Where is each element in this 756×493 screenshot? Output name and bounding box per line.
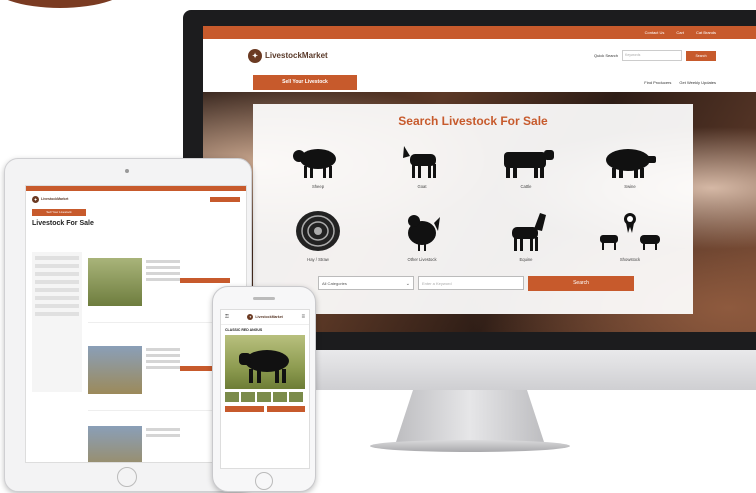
phone-listing-title: CLASSIC RED ANGUS bbox=[225, 328, 263, 332]
category-other-livestock[interactable]: Other Livestock bbox=[387, 209, 457, 262]
site-header: ✦ LivestockMarket Quick Search Keywords … bbox=[203, 39, 756, 72]
listing-photo bbox=[88, 426, 142, 462]
livestock-search-panel: Search Livestock For Sale Sheep Goat Cat… bbox=[253, 104, 693, 314]
category-label: Cattle bbox=[520, 184, 532, 189]
hamburger-menu-icon[interactable]: ≡ bbox=[301, 314, 305, 320]
category-select-value: All Categories bbox=[322, 281, 347, 286]
tablet-header: ✦ LivestockMarket bbox=[26, 191, 246, 207]
logo-text: LivestockMarket bbox=[265, 51, 328, 60]
sheep-icon bbox=[293, 149, 336, 178]
thumbnail[interactable] bbox=[241, 392, 255, 402]
tablet-logo-text: LivestockMarket bbox=[41, 197, 69, 201]
filter-row[interactable] bbox=[35, 264, 79, 268]
listing-button[interactable] bbox=[180, 278, 230, 283]
find-producers-link[interactable]: Find Producers bbox=[644, 80, 671, 85]
decorative-blob bbox=[0, 0, 130, 8]
category-showstock[interactable]: Showstock bbox=[595, 209, 665, 262]
phone-listing-photo[interactable] bbox=[225, 335, 305, 389]
phone-action-buttons bbox=[225, 406, 305, 412]
listing-photo bbox=[88, 346, 142, 394]
listing-details bbox=[146, 428, 180, 440]
phone-site: ⚿ ✦ LivestockMarket ≡ CLASSIC RED ANGUS bbox=[220, 309, 310, 469]
category-label: Other Livestock bbox=[407, 257, 437, 262]
phone-logo[interactable]: ✦ LivestockMarket bbox=[247, 314, 283, 320]
phone-thumbnails bbox=[225, 392, 305, 402]
weekly-updates-link[interactable]: Get Weekly Updates bbox=[679, 80, 716, 85]
thumbnail[interactable] bbox=[273, 392, 287, 402]
category-swine[interactable]: Swine bbox=[595, 144, 665, 189]
category-label: Goat bbox=[417, 184, 427, 189]
category-select[interactable]: All Categories ⌄ bbox=[318, 276, 414, 290]
phone-logo-text: LivestockMarket bbox=[255, 315, 283, 319]
thumbnail[interactable] bbox=[225, 392, 239, 402]
goat-icon bbox=[403, 146, 436, 178]
chevron-down-icon: ⌄ bbox=[405, 281, 410, 287]
logo-badge-icon: ✦ bbox=[32, 195, 39, 203]
phone-speaker bbox=[253, 297, 275, 300]
search-button[interactable]: Search bbox=[528, 276, 634, 291]
quick-search-button[interactable]: Search bbox=[686, 50, 716, 61]
cow-photo bbox=[239, 350, 289, 383]
thumbnail[interactable] bbox=[289, 392, 303, 402]
cart-link[interactable]: Cart bbox=[676, 30, 684, 35]
main-nav: Sell Your Livestock Find Producers Get W… bbox=[203, 72, 756, 92]
phone-action-button[interactable] bbox=[225, 406, 264, 412]
tablet-logo[interactable]: ✦ LivestockMarket bbox=[32, 195, 69, 203]
filter-row[interactable] bbox=[35, 256, 79, 260]
monitor-stand bbox=[395, 390, 545, 445]
horse-icon bbox=[512, 213, 546, 251]
monitor-base bbox=[370, 440, 570, 452]
filter-row[interactable] bbox=[35, 304, 79, 308]
tablet-home-button bbox=[117, 467, 137, 487]
tablet-filter-sidebar bbox=[32, 252, 82, 392]
filter-row[interactable] bbox=[35, 296, 79, 300]
quick-search: Quick Search Keywords Search bbox=[594, 50, 716, 61]
quick-search-input[interactable]: Keywords bbox=[622, 50, 682, 61]
listing-details bbox=[146, 260, 180, 284]
listing-details bbox=[146, 348, 180, 372]
category-equine[interactable]: Equine bbox=[491, 209, 561, 262]
listing-photo bbox=[88, 258, 142, 306]
filter-row[interactable] bbox=[35, 280, 79, 284]
search-form: All Categories ⌄ Enter a Keyword Search bbox=[318, 276, 634, 291]
category-label: Equine bbox=[519, 257, 533, 262]
contact-us-link[interactable]: Contact Us bbox=[645, 30, 665, 35]
category-goat[interactable]: Goat bbox=[387, 144, 457, 189]
logo-badge-icon: ✦ bbox=[248, 48, 262, 63]
phone-header: ⚿ ✦ LivestockMarket ≡ bbox=[221, 310, 309, 325]
nav-links: Find Producers Get Weekly Updates bbox=[644, 80, 716, 85]
site-logo[interactable]: ✦ LivestockMarket bbox=[248, 48, 328, 63]
sell-livestock-button[interactable]: Sell Your Livestock bbox=[253, 74, 357, 90]
phone-action-button[interactable] bbox=[266, 406, 305, 412]
tablet-page-title: Livestock For Sale bbox=[32, 220, 94, 227]
top-utility-bar: Contact Us Cart Cat Brands bbox=[203, 26, 756, 39]
filter-row[interactable] bbox=[35, 312, 79, 316]
brands-link[interactable]: Cat Brands bbox=[696, 30, 716, 35]
keyword-input[interactable]: Enter a Keyword bbox=[418, 276, 524, 290]
category-sheep[interactable]: Sheep bbox=[283, 144, 353, 189]
thumbnail[interactable] bbox=[257, 392, 271, 402]
category-cattle[interactable]: Cattle bbox=[491, 144, 561, 189]
cattle-icon bbox=[504, 150, 554, 178]
showstock-icon bbox=[600, 213, 660, 250]
chicken-icon bbox=[408, 215, 440, 251]
tablet-camera bbox=[125, 169, 129, 173]
filter-row[interactable] bbox=[35, 288, 79, 292]
category-label: Swine bbox=[624, 184, 636, 189]
tablet-search-button[interactable] bbox=[210, 196, 240, 202]
quick-search-label: Quick Search bbox=[593, 53, 618, 58]
phone-lock-icon: ⚿ bbox=[225, 314, 229, 320]
category-label: Showstock bbox=[619, 257, 641, 262]
category-label: Sheep bbox=[311, 184, 325, 189]
panel-title: Search Livestock For Sale bbox=[398, 114, 548, 128]
hay-bale-icon bbox=[296, 211, 340, 251]
logo-badge-icon: ✦ bbox=[247, 314, 254, 320]
phone-device: ⚿ ✦ LivestockMarket ≡ CLASSIC RED ANGUS bbox=[212, 286, 316, 492]
category-label: Hay / Straw bbox=[307, 257, 329, 262]
filter-row[interactable] bbox=[35, 272, 79, 276]
tablet-sell-button[interactable]: Sell Your Livestock bbox=[32, 209, 86, 216]
swine-icon bbox=[606, 149, 656, 178]
category-hay-straw[interactable]: Hay / Straw bbox=[283, 209, 353, 262]
phone-home-button bbox=[255, 472, 273, 490]
